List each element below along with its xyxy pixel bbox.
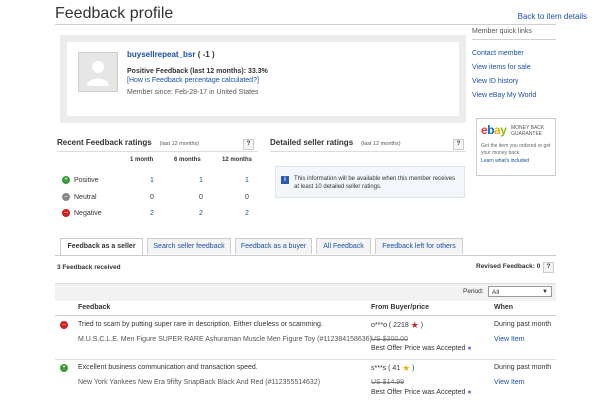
avatar: [78, 52, 118, 92]
rating-label: Negative: [74, 209, 102, 217]
buyer-id: s***s ( 41: [371, 364, 401, 372]
col-1-month: 1 month: [130, 157, 154, 163]
feedback-score: ( -1 ): [197, 50, 215, 59]
tab-feedback-as-buyer[interactable]: Feedback as a buyer: [235, 238, 312, 254]
star-icon: ★: [410, 320, 419, 330]
rating-row-negative: – Negative: [62, 209, 102, 217]
feedback-item: New York Yankees New Era 9fifty SnapBack…: [78, 379, 321, 386]
member-quick-links: Member quick links Contact member View i…: [472, 28, 556, 106]
view-my-world-link[interactable]: View eBay My World: [472, 92, 556, 99]
recent-ratings-subtitle: (last 12 months): [159, 141, 200, 147]
plus-icon: +: [62, 176, 70, 184]
tab-feedback-as-seller[interactable]: Feedback as a seller: [60, 238, 143, 256]
col-feedback: Feedback: [78, 304, 111, 311]
feedback-comment: Tried to scam by putting super rare in d…: [78, 321, 323, 328]
detailed-ratings-title: Detailed seller ratings: [270, 138, 354, 147]
plus-icon: +: [60, 364, 68, 372]
view-item-link[interactable]: View Item: [494, 336, 525, 343]
page-title: Feedback profile: [55, 5, 174, 22]
mbg-text: Get the item you ordered or get your mon…: [481, 143, 551, 156]
detailed-ratings-divider: [270, 151, 466, 152]
view-id-history-link[interactable]: View ID history: [472, 78, 556, 85]
tab-feedback-left-for-others[interactable]: Feedback left for others: [375, 238, 463, 254]
feedback-count: 3 Feedback received: [57, 264, 121, 271]
col-12-months: 12 months: [222, 157, 253, 163]
minus-icon: –: [62, 209, 70, 217]
tab-search-seller-feedback[interactable]: Search seller feedback: [147, 238, 231, 254]
member-since: Member since: Feb-28-17 in United States: [127, 89, 259, 96]
col-from-buyer-price: From Buyer/price: [371, 304, 429, 311]
rating-row-neutral: – Neutral: [62, 193, 97, 201]
col-when: When: [494, 304, 514, 311]
info-text: This information will be available when …: [294, 176, 456, 190]
detailed-ratings-info: i This information will be available whe…: [275, 166, 465, 198]
money-back-guarantee-ad[interactable]: ebay MONEY BACK GUARANTEE Get the item yo…: [476, 118, 556, 176]
period-filter-bar: Period: All ▼: [55, 283, 556, 301]
info-icon: ●: [467, 389, 472, 396]
item-price: US $300.00: [371, 336, 408, 343]
neutral-icon: –: [62, 193, 70, 201]
tabs-divider: [55, 255, 556, 256]
revised-help-button[interactable]: ?: [543, 262, 554, 273]
neutral-1m: 0: [150, 194, 154, 201]
recent-ratings-title-wrap: Recent Feedback ratings (last 12 months): [57, 138, 199, 147]
period-select[interactable]: All ▼: [488, 286, 552, 297]
chevron-down-icon: ▼: [542, 289, 548, 295]
contact-member-link[interactable]: Contact member: [472, 50, 556, 57]
feedback-when: During past month: [494, 364, 552, 371]
table-row: + Excellent business communication and t…: [55, 361, 556, 401]
feedback-item: M.U.S.C.L.E. Men Figure SUPER RARE Ashur…: [78, 336, 372, 343]
recent-ratings-help-button[interactable]: ?: [243, 139, 254, 150]
item-price: US $14.99: [371, 379, 405, 386]
price-note: Best Offer Price was Accepted: [371, 389, 466, 396]
quick-links-title: Member quick links: [472, 28, 556, 40]
feedback-comment: Excellent business communication and tra…: [78, 364, 258, 371]
user-silhouette-icon: [87, 61, 109, 86]
neutral-12m: 0: [245, 194, 249, 201]
positive-6m[interactable]: 1: [199, 177, 203, 184]
info-icon: i: [281, 176, 289, 184]
feedback-when: During past month: [494, 321, 552, 328]
star-icon: ★: [402, 363, 411, 373]
detailed-ratings-title-wrap: Detailed seller ratings (last 12 months): [270, 138, 401, 147]
tab-all-feedback[interactable]: All Feedback: [316, 238, 371, 254]
info-icon: ●: [467, 345, 472, 352]
minus-icon: –: [60, 321, 68, 329]
revised-feedback: Revised Feedback: 0: [476, 263, 541, 270]
table-row: – Tried to scam by putting super rare in…: [55, 316, 556, 360]
recent-ratings-divider: [57, 151, 258, 152]
profile-card: buysellrepeat_bsr ( -1 ) Positive Feedba…: [60, 35, 466, 123]
mbg-line2: GUARANTEE: [511, 131, 543, 137]
negative-1m[interactable]: 2: [150, 210, 154, 217]
learn-whats-included-link[interactable]: Learn what's included: [481, 158, 529, 164]
username-link[interactable]: buysellrepeat_bsr: [127, 50, 195, 59]
col-6-months: 6 months: [174, 157, 201, 163]
negative-6m[interactable]: 2: [199, 210, 203, 217]
positive-12m[interactable]: 1: [245, 177, 249, 184]
recent-ratings-title: Recent Feedback ratings: [57, 138, 152, 147]
rating-label: Positive: [74, 176, 99, 184]
negative-12m[interactable]: 2: [245, 210, 249, 217]
detailed-ratings-help-button[interactable]: ?: [453, 139, 464, 150]
header-divider: [55, 24, 556, 25]
buyer-id-end: ): [412, 364, 415, 372]
back-to-item-link[interactable]: Back to item details: [518, 12, 587, 21]
how-calculated-link[interactable]: [How is Feedback percentage calculated?]: [127, 77, 259, 84]
rating-row-positive: + Positive: [62, 176, 99, 184]
buyer-id: o***o ( 2218: [371, 321, 409, 329]
detailed-ratings-subtitle: (last 12 months): [361, 141, 401, 147]
view-items-for-sale-link[interactable]: View items for sale: [472, 64, 556, 71]
feedback-table-header: Feedback From Buyer/price When: [55, 300, 556, 316]
positive-feedback-percent: Positive Feedback (last 12 months): 33.3…: [127, 68, 268, 75]
period-label: Period:: [463, 288, 484, 295]
positive-1m[interactable]: 1: [150, 177, 154, 184]
rating-label: Neutral: [74, 193, 97, 201]
view-item-link[interactable]: View Item: [494, 379, 525, 386]
buyer-id-end: ): [420, 321, 424, 329]
period-value: All: [492, 289, 500, 296]
neutral-6m: 0: [199, 194, 203, 201]
price-note: Best Offer Price was Accepted: [371, 345, 466, 352]
